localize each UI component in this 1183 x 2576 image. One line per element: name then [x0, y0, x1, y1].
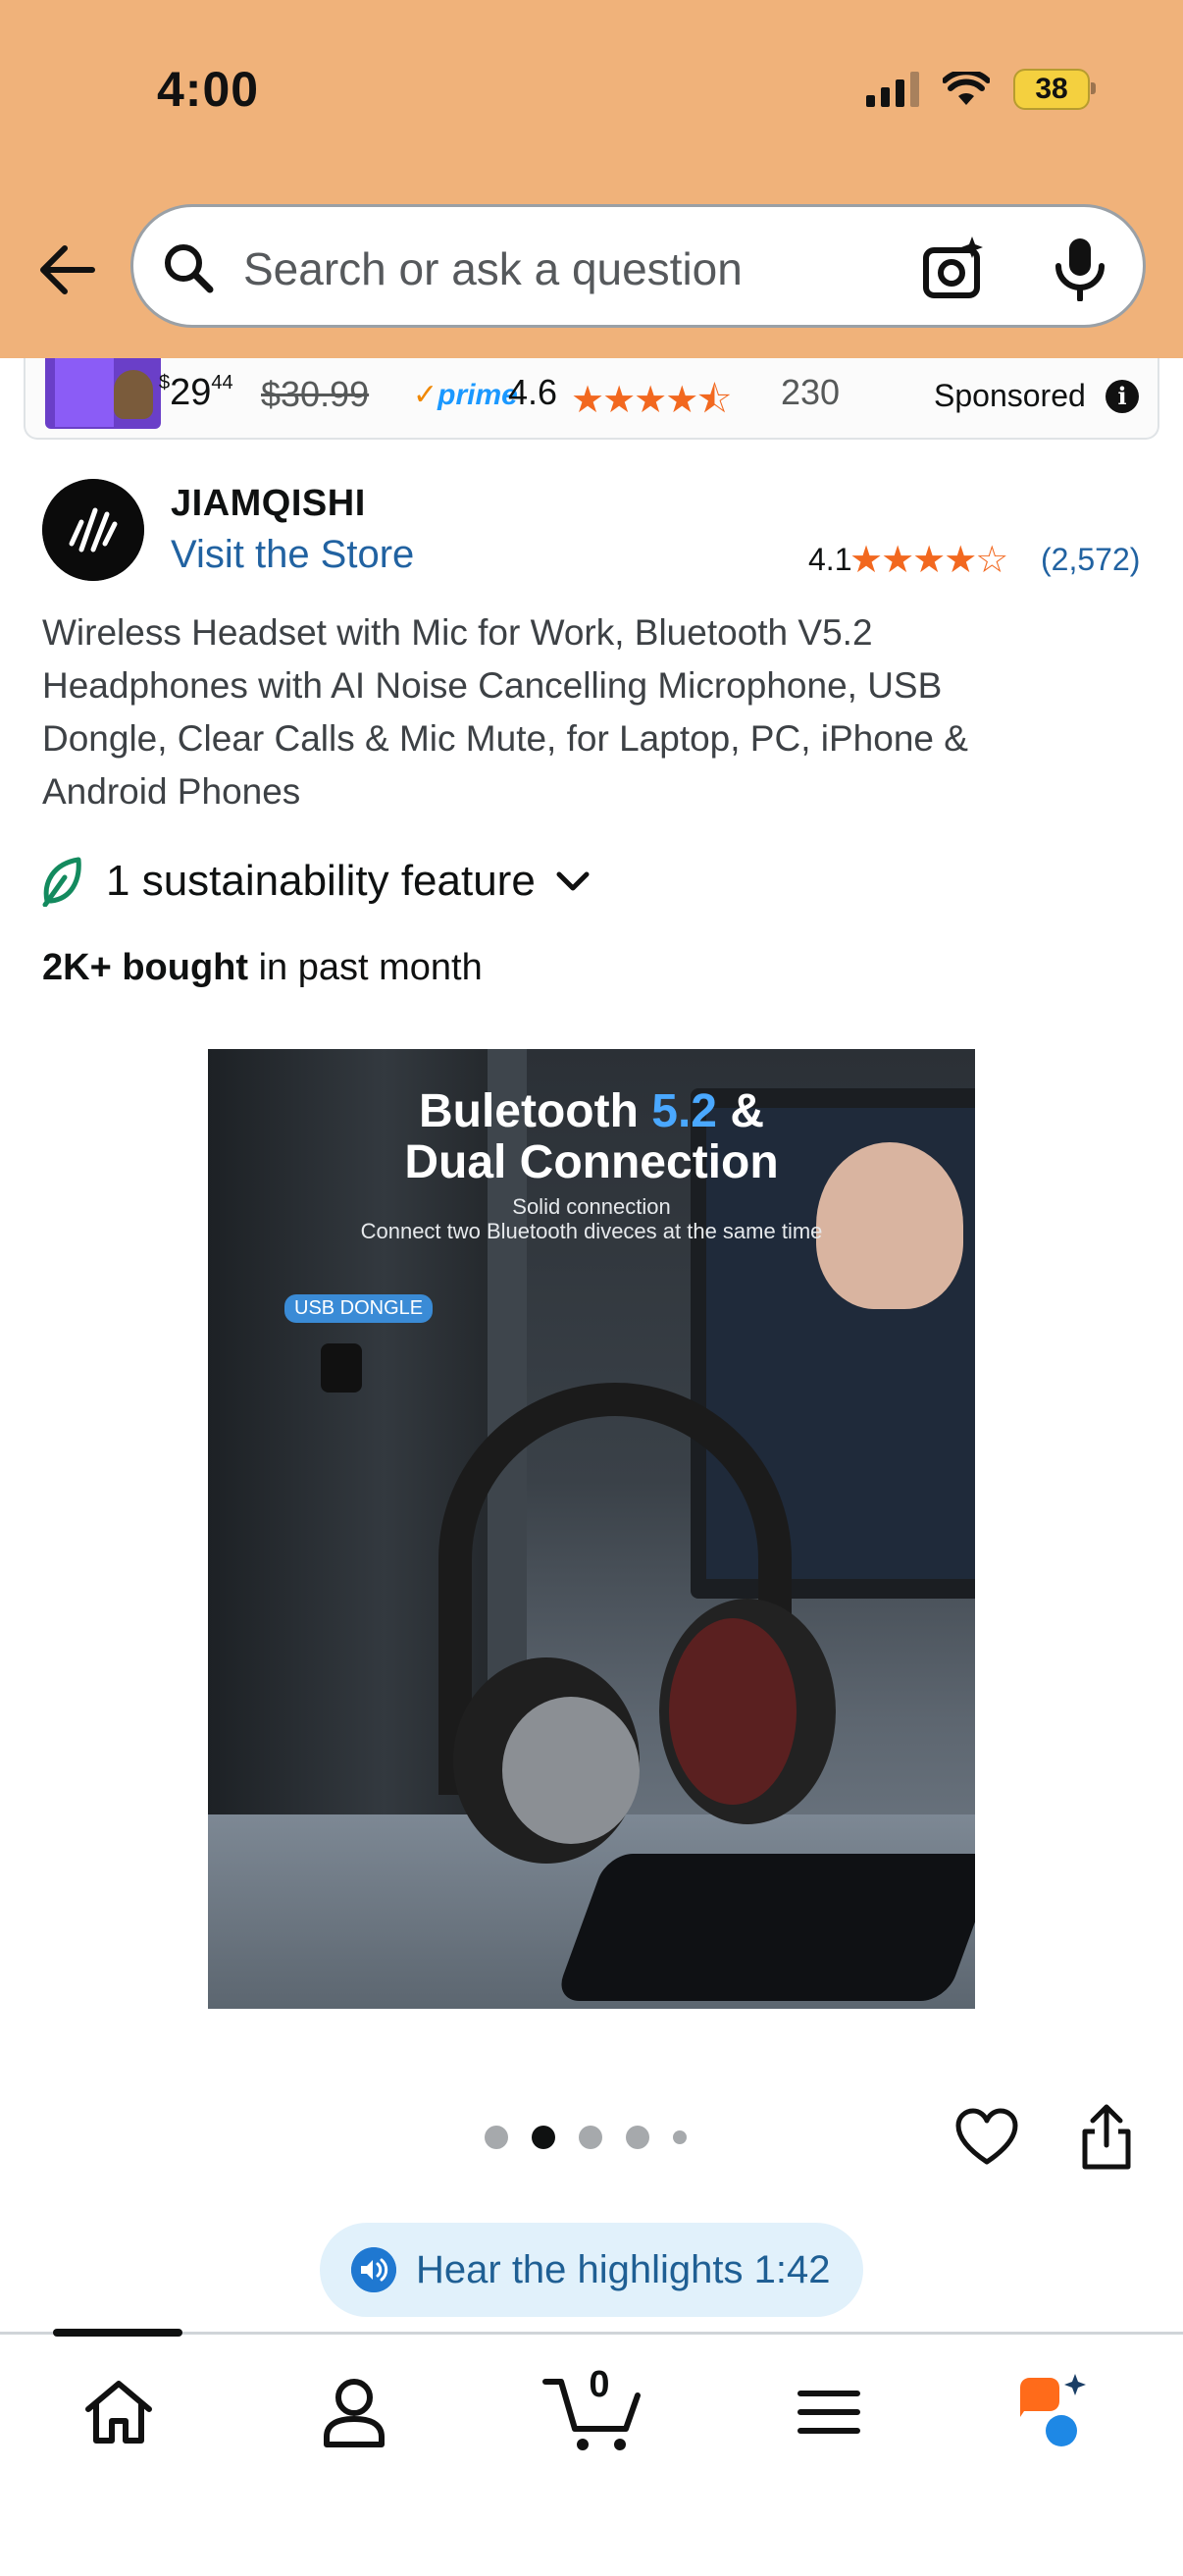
menu-icon[interactable]: [785, 2368, 873, 2456]
status-icons: 38: [866, 69, 1096, 110]
brand-name: JIAMQISHI: [171, 483, 366, 524]
sponsored-old-price: $30.99: [261, 374, 370, 414]
chevron-down-icon[interactable]: [553, 867, 592, 896]
microphone-icon[interactable]: [1051, 235, 1109, 301]
brand-logo[interactable]: [42, 479, 144, 581]
info-icon[interactable]: i: [1106, 380, 1139, 413]
sponsored-product-image[interactable]: [45, 358, 161, 429]
app-header: 4:00 38 Search or ask a question: [0, 0, 1183, 358]
sponsored-rating: 4.6: [508, 372, 558, 412]
cart-button[interactable]: 0: [541, 2364, 649, 2456]
back-arrow-icon[interactable]: [33, 240, 102, 299]
status-time: 4:00: [157, 62, 260, 117]
wifi-icon: [943, 72, 990, 105]
rufus-assistant-icon[interactable]: [1010, 2368, 1099, 2456]
carousel-dot[interactable]: [485, 2126, 508, 2149]
product-image[interactable]: USB DONGLE Buletooth 5.2 & Dual Connecti…: [208, 1049, 975, 2009]
audio-icon: [351, 2247, 396, 2292]
carousel-dots[interactable]: [485, 2126, 687, 2149]
usb-dongle-label: USB DONGLE: [284, 1294, 434, 1323]
search-input[interactable]: Search or ask a question: [243, 242, 743, 295]
bought-in-past-month: 2K+ bought in past month: [42, 947, 483, 988]
leaf-icon: [42, 857, 81, 907]
hear-highlights-label[interactable]: Hear the highlights 1:42: [416, 2248, 831, 2292]
search-bar[interactable]: Search or ask a question: [130, 204, 1146, 328]
sponsored-stars-icon: ★★★★⯪: [571, 380, 732, 421]
product-rating: 4.1: [808, 542, 852, 577]
sponsored-price: $2944: [159, 372, 233, 413]
heart-icon[interactable]: [954, 2107, 1019, 2168]
rating-stars-icon[interactable]: ★★★★☆: [849, 538, 1008, 582]
share-icon[interactable]: [1077, 2102, 1136, 2173]
sponsored-review-count: 230: [781, 372, 841, 412]
carousel-dot[interactable]: [626, 2126, 649, 2149]
sustainability-feature[interactable]: 1 sustainability feature: [39, 856, 592, 907]
active-tab-indicator: [53, 2329, 182, 2337]
account-icon[interactable]: [310, 2368, 398, 2456]
carousel-dot-active[interactable]: [532, 2126, 555, 2149]
search-icon: [165, 244, 214, 293]
bottom-navigation: 0: [0, 2329, 1183, 2576]
sponsored-label: Sponsored: [934, 378, 1086, 413]
cellular-signal-icon: [866, 72, 919, 107]
review-count-link[interactable]: (2,572): [1041, 542, 1140, 578]
prime-badge: ✓prime: [413, 379, 518, 411]
product-title: Wireless Headset with Mic for Work, Blue…: [42, 612, 968, 812]
sustainability-label[interactable]: 1 sustainability feature: [106, 857, 536, 906]
image-headline: Buletooth 5.2 & Dual Connection: [404, 1085, 779, 1188]
hear-highlights-button[interactable]: Hear the highlights 1:42: [320, 2223, 863, 2317]
cart-count: 0: [589, 2364, 610, 2405]
home-icon[interactable]: [75, 2368, 163, 2456]
carousel-dot[interactable]: [673, 2130, 687, 2144]
visit-store-link[interactable]: Visit the Store: [171, 533, 414, 577]
battery-icon: 38: [1013, 69, 1096, 110]
carousel-dot[interactable]: [579, 2126, 602, 2149]
sponsored-ad[interactable]: $2944 $30.99 ✓prime 4.6 ★★★★⯪ 230 Sponso…: [24, 358, 1159, 440]
camera-lens-icon[interactable]: [921, 235, 988, 301]
image-subtitle: Solid connection Connect two Bluetooth d…: [360, 1194, 823, 1243]
